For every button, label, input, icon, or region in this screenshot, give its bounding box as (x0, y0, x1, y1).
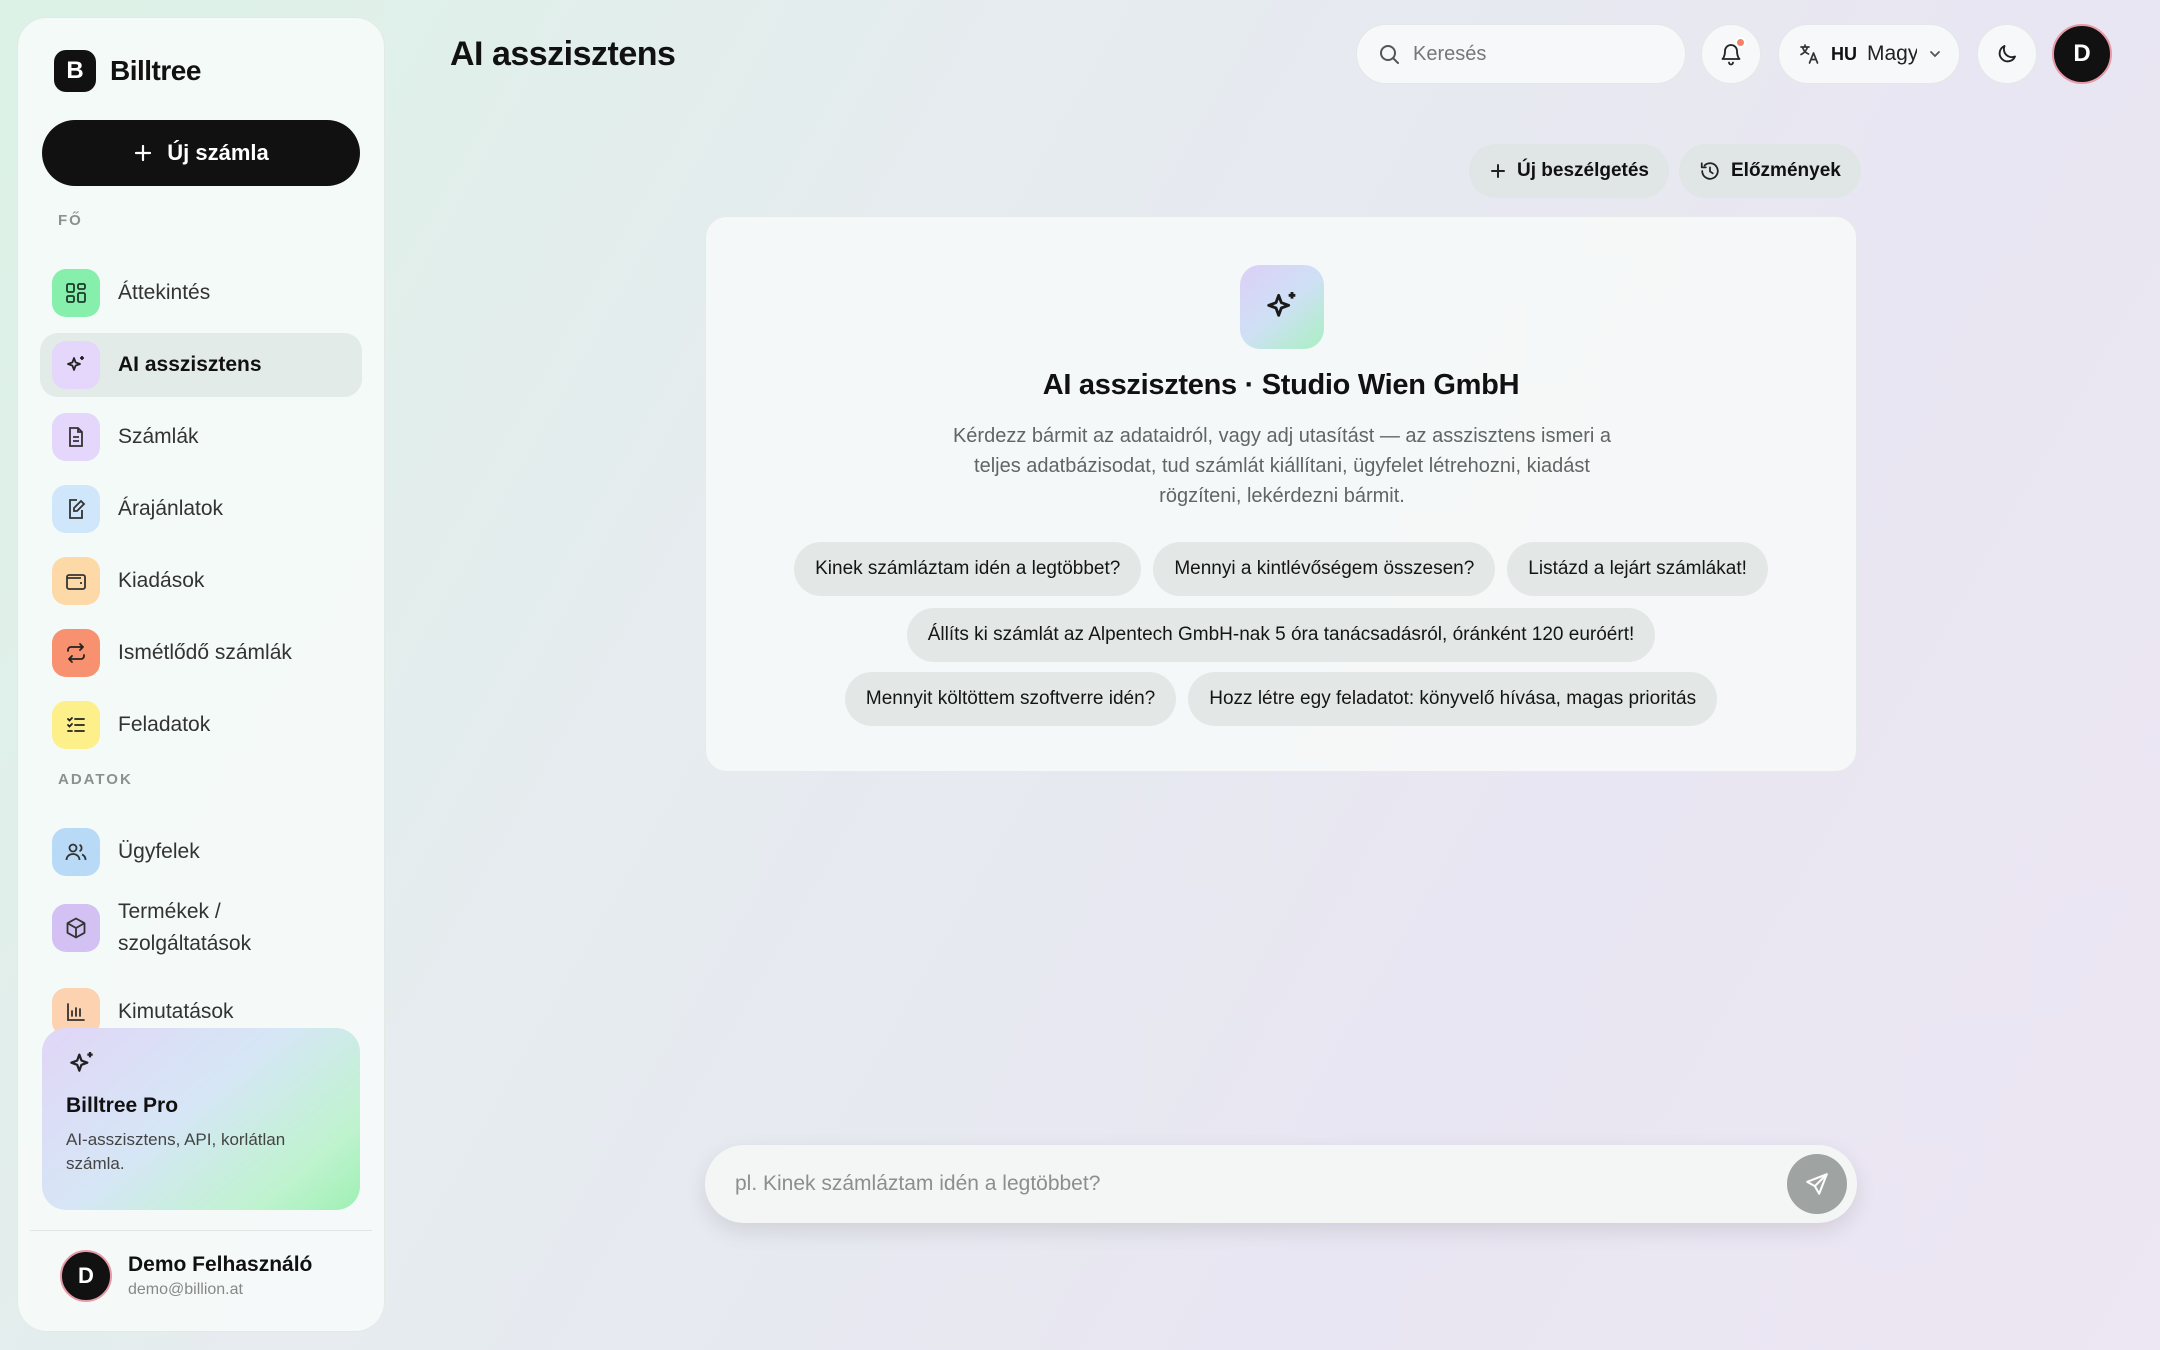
pro-title: Billtree Pro (66, 1094, 179, 1117)
sidebar-item-tasks[interactable]: Feladatok (40, 693, 362, 757)
document-icon (52, 413, 100, 461)
plus-icon (1489, 162, 1507, 180)
suggestion-chip[interactable]: Listázd a lejárt számlákat! (1507, 542, 1768, 596)
user-email: demo@billion.at (128, 1281, 243, 1298)
user-profile[interactable]: D Demo Felhasználó demo@billion.at (60, 1250, 312, 1302)
wallet-icon (52, 557, 100, 605)
sidebar-item-clients[interactable]: Ügyfelek (40, 820, 362, 884)
sidebar-item-label: Áttekintés (118, 281, 211, 304)
message-composer (705, 1145, 1857, 1223)
search-box[interactable] (1356, 24, 1686, 84)
suggestion-row: Állíts ki számlát az Alpentech GmbH-nak … (706, 608, 1856, 662)
avatar[interactable]: D (2052, 24, 2112, 84)
box-icon (52, 904, 100, 952)
sidebar-item-recurring-invoices[interactable]: Ismétlődő számlák (40, 621, 362, 685)
sidebar-item-overview[interactable]: Áttekintés (40, 261, 362, 325)
sparkles-icon (52, 341, 100, 389)
avatar: D (60, 1250, 112, 1302)
history-button[interactable]: Előzmények (1679, 144, 1861, 198)
section-label-main: FŐ (58, 212, 83, 229)
pro-upsell-card[interactable]: Billtree Pro AI-asszisztens, API, korlát… (42, 1028, 360, 1210)
new-invoice-button[interactable]: Új számla (42, 120, 360, 186)
suggestion-row: Kinek számláztam idén a legtöbbet? Menny… (706, 542, 1856, 596)
brand-logo: B (54, 50, 96, 92)
page-title: AI asszisztens (450, 35, 676, 73)
sidebar-item-label: Termékek / szolgáltatások (118, 900, 252, 955)
new-invoice-label: Új számla (167, 140, 269, 165)
sparkles-icon (66, 1048, 336, 1080)
sidebar-item-products[interactable]: Termékek / szolgáltatások (40, 892, 362, 964)
new-conversation-label: Új beszélgetés (1517, 160, 1649, 181)
sidebar-item-label: Árajánlatok (118, 497, 224, 520)
assistant-intro-card: AI asszisztens · Studio Wien GmbH Kérdez… (705, 216, 1857, 772)
search-icon (1377, 42, 1401, 66)
plus-icon (133, 143, 153, 163)
language-selector[interactable]: HU Magyar (1778, 24, 1960, 84)
users-icon (52, 828, 100, 876)
suggestion-chip[interactable]: Mennyit költöttem szoftverre idén? (844, 672, 1177, 726)
sidebar-item-label: Ismétlődő számlák (118, 641, 292, 664)
sidebar-item-label: Feladatok (118, 713, 211, 736)
sparkles-icon (1240, 265, 1324, 349)
assistant-description: Kérdezz bármit az adataidról, vagy adj u… (952, 425, 1612, 507)
history-label: Előzmények (1731, 160, 1841, 181)
pro-description: AI-asszisztens, API, korlátlan számla. (66, 1130, 286, 1173)
sidebar-item-label: Kiadások (118, 569, 205, 592)
edit-document-icon (52, 485, 100, 533)
language-name: Magyar (1867, 42, 1917, 65)
language-code: HU (1831, 43, 1857, 64)
send-icon (1804, 1171, 1830, 1197)
send-button[interactable] (1787, 1154, 1847, 1214)
sidebar-item-expenses[interactable]: Kiadások (40, 549, 362, 613)
suggestion-chip[interactable]: Hozz létre egy feladatot: könyvelő hívás… (1188, 672, 1718, 726)
chevron-down-icon (1927, 46, 1943, 62)
suggestion-chip[interactable]: Kinek számláztam idén a legtöbbet? (794, 542, 1142, 596)
sidebar-item-label: Ügyfelek (118, 840, 200, 863)
user-name: Demo Felhasználó (128, 1253, 313, 1276)
sidebar-item-invoices[interactable]: Számlák (40, 405, 362, 469)
search-input[interactable] (1413, 42, 1653, 66)
section-label-data: ADATOK (58, 771, 133, 788)
new-conversation-button[interactable]: Új beszélgetés (1469, 144, 1669, 198)
suggestion-row: Mennyit költöttem szoftverre idén? Hozz … (706, 672, 1856, 726)
message-input[interactable] (735, 1172, 1787, 1196)
dashboard-icon (52, 269, 100, 317)
notifications-button[interactable] (1701, 24, 1761, 84)
sidebar-item-quotes[interactable]: Árajánlatok (40, 477, 362, 541)
notification-dot (1735, 37, 1746, 48)
history-icon (1699, 160, 1721, 182)
sidebar-item-label: Kimutatások (118, 1000, 234, 1023)
suggestion-chip[interactable]: Mennyi a kintlévőségem összesen? (1153, 542, 1496, 596)
sidebar-item-label: Számlák (118, 425, 199, 448)
assistant-title: AI asszisztens · Studio Wien GmbH (1042, 369, 1520, 401)
divider (30, 1230, 372, 1231)
moon-icon (1995, 42, 2019, 66)
brand-name: Billtree (110, 55, 201, 86)
brand[interactable]: B Billtree (54, 50, 201, 92)
translate-icon (1797, 42, 1821, 66)
repeat-icon (52, 629, 100, 677)
sidebar-item-label: AI asszisztens (118, 353, 262, 376)
sidebar-item-ai-assistant[interactable]: AI asszisztens (40, 333, 362, 397)
checklist-icon (52, 701, 100, 749)
suggestion-chip[interactable]: Állíts ki számlát az Alpentech GmbH-nak … (906, 608, 1656, 662)
sidebar: B Billtree Új számla FŐ Áttekintés AI as… (17, 17, 385, 1332)
theme-toggle-button[interactable] (1977, 24, 2037, 84)
